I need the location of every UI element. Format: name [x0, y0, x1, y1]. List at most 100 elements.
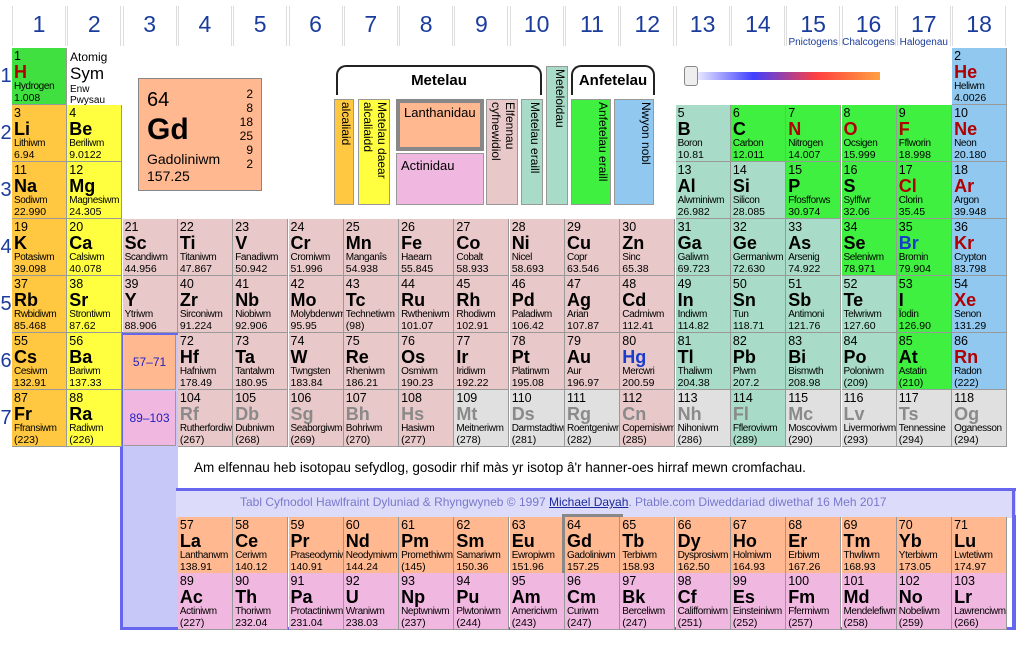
cat-act[interactable]: Actinidau	[396, 153, 484, 205]
element-tb[interactable]: 65 Tb Terbiwm 158.93	[620, 517, 676, 574]
element-sg[interactable]: 106 Sg Seaborgiwm (269)	[288, 390, 344, 447]
element-sr[interactable]: 38 Sr Strontiwm 87.62	[67, 276, 123, 333]
element-sb[interactable]: 51 Sb Antimoni 121.76	[786, 276, 842, 333]
group-header-11[interactable]: 11	[565, 6, 619, 46]
element-pb[interactable]: 82 Pb Plwm 207.2	[730, 333, 786, 390]
element-eu[interactable]: 63 Eu Ewropiwm 151.96	[509, 517, 565, 574]
element-sc[interactable]: 21 Sc Scandiwm 44.956	[122, 219, 178, 276]
cat-ae[interactable]: Metelau daear alcaliaidd	[358, 99, 390, 205]
cat-meteloidau[interactable]: Meteloidau	[546, 66, 568, 205]
element-h[interactable]: 1 H Hydrogen 1.008	[12, 48, 67, 105]
element-as[interactable]: 33 As Arsenig 74.922	[786, 219, 842, 276]
element-pu[interactable]: 94 Pu Plwtoniwm (244)	[454, 573, 510, 630]
element-re[interactable]: 75 Re Rheniwm 186.21	[343, 333, 399, 390]
element-zn[interactable]: 30 Zn Sinc 65.38	[620, 219, 676, 276]
element-er[interactable]: 68 Er Erbiwm 167.26	[786, 517, 842, 574]
element-no[interactable]: 102 No Nobeliwm (259)	[896, 573, 952, 630]
element-br[interactable]: 35 Br Bromin 79.904	[896, 219, 952, 276]
element-b[interactable]: 5 B Boron 10.81	[675, 105, 731, 162]
element-nd[interactable]: 60 Nd Neodymiwm 144.24	[343, 517, 399, 574]
group-header-18[interactable]: 18	[952, 6, 1007, 46]
element-sn[interactable]: 50 Sn Tun 118.71	[730, 276, 786, 333]
element-mo[interactable]: 42 Mo Molybdenwm 95.95	[288, 276, 344, 333]
element-cn[interactable]: 112 Cn Copernisiwm (285)	[620, 390, 676, 447]
element-ho[interactable]: 67 Ho Holmiwm 164.93	[730, 517, 786, 574]
group-header-4[interactable]: 4	[177, 6, 232, 46]
group-header-12[interactable]: 12	[620, 6, 675, 46]
element-sm[interactable]: 62 Sm Samariwm 150.36	[454, 517, 510, 574]
element-w[interactable]: 74 W Twngsten 183.84	[288, 333, 344, 390]
element-rn[interactable]: 86 Rn Radon (222)	[952, 333, 1008, 390]
element-u[interactable]: 92 U Wraniwm 238.03	[343, 573, 399, 630]
element-tc[interactable]: 43 Tc Technetiwm (98)	[343, 276, 399, 333]
element-pd[interactable]: 46 Pd Paladiwm 106.42	[509, 276, 565, 333]
element-hf[interactable]: 72 Hf Hafniwm 178.49	[177, 333, 233, 390]
group-header-10[interactable]: 10	[509, 6, 564, 46]
element-lr[interactable]: 103 Lr Lawrenciwm (266)	[952, 573, 1008, 630]
element-dy[interactable]: 66 Dy Dysprosiwm 162.50	[675, 517, 731, 574]
element-k[interactable]: 19 K Potasiwm 39.098	[12, 219, 67, 276]
element-ar[interactable]: 18 Ar Argon 39.948	[952, 162, 1008, 219]
cat-anf-eraill[interactable]: Anfetelau eraill	[571, 99, 611, 205]
slider-handle[interactable]	[684, 66, 698, 86]
element-mg[interactable]: 12 Mg Magnesiwm 24.305	[67, 162, 123, 219]
element-rb[interactable]: 37 Rb Rwbidiwm 85.468	[12, 276, 67, 333]
period-label-1[interactable]: 1	[0, 65, 12, 88]
group-header-16[interactable]: 16 Chalcogens	[841, 6, 896, 48]
element-ru[interactable]: 44 Ru Rwtheniwm 101.07	[399, 276, 455, 333]
cat-elf[interactable]: Elfennau cyfnewidiol	[486, 99, 518, 205]
element-o[interactable]: 8 O Ocsigen 15.999	[841, 105, 897, 162]
element-ga[interactable]: 31 Ga Galiwm 69.723	[675, 219, 731, 276]
period-label-7[interactable]: 7	[0, 407, 12, 430]
group-header-6[interactable]: 6	[288, 6, 343, 46]
element-gd[interactable]: 64 Gd Gadoliniwm 157.25	[562, 514, 623, 577]
element-rg[interactable]: 111 Rg Roentgeniwm (282)	[565, 390, 620, 447]
element-fm[interactable]: 100 Fm Ffermiwm (257)	[786, 573, 842, 630]
element-os[interactable]: 76 Os Osmiwm 190.23	[399, 333, 455, 390]
group-header-9[interactable]: 9	[454, 6, 509, 46]
cat-nwyon[interactable]: Nwyon nobl	[614, 99, 654, 205]
element-og[interactable]: 118 Og Oganesson (294)	[952, 390, 1008, 447]
element-fr[interactable]: 87 Fr Ffransiwm (223)	[12, 390, 67, 447]
element-xe[interactable]: 54 Xe Senon 131.29	[952, 276, 1008, 333]
element-rh[interactable]: 45 Rh Rhodiwm 102.91	[454, 276, 510, 333]
element-fe[interactable]: 26 Fe Haearn 55.845	[399, 219, 455, 276]
element-es[interactable]: 99 Es Einsteiniwm (252)	[730, 573, 786, 630]
element-ge[interactable]: 32 Ge Germaniwm 72.630	[730, 219, 786, 276]
element-n[interactable]: 7 N Nitrogen 14.007	[786, 105, 842, 162]
element-cm[interactable]: 96 Cm Curiwm (247)	[565, 573, 620, 630]
period-label-2[interactable]: 2	[0, 122, 12, 145]
element-f[interactable]: 9 F Fflworin 18.998	[896, 105, 952, 162]
element-ts[interactable]: 117 Ts Tennessine (294)	[896, 390, 952, 447]
ref-lanthanides[interactable]: 57–71	[124, 335, 176, 390]
element-lu[interactable]: 71 Lu Lwtetiwm 174.97	[952, 517, 1008, 574]
group-header-5[interactable]: 5	[233, 6, 288, 46]
element-na[interactable]: 11 Na Sodiwm 22.990	[12, 162, 67, 219]
element-he[interactable]: 2 He Heliwm 4.0026	[952, 48, 1008, 105]
element-am[interactable]: 95 Am Americiwm (243)	[509, 573, 565, 630]
element-la[interactable]: 57 La Lanthanwm 138.91	[177, 517, 233, 574]
cat-lan[interactable]: Lanthanidau	[396, 99, 484, 151]
element-ce[interactable]: 58 Ce Ceriwm 140.12	[233, 517, 289, 574]
element-at[interactable]: 85 At Astatin (210)	[896, 333, 952, 390]
period-label-5[interactable]: 5	[0, 293, 12, 316]
element-rf[interactable]: 104RfRutherfordiwm(267)	[177, 390, 233, 447]
element-se[interactable]: 34 Se Seleniwm 78.971	[841, 219, 897, 276]
group-header-7[interactable]: 7	[343, 6, 398, 46]
period-label-6[interactable]: 6	[0, 350, 12, 373]
element-al[interactable]: 13 Al Alwminiwm 26.982	[675, 162, 731, 219]
element-cl[interactable]: 17 Cl Clorin 35.45	[896, 162, 952, 219]
element-pm[interactable]: 61 Pm Promethiwm (145)	[399, 517, 455, 574]
element-ra[interactable]: 88 Ra Radiwm (226)	[67, 390, 123, 447]
element-ta[interactable]: 73 Ta Tantalwm 180.95	[233, 333, 289, 390]
element-fl[interactable]: 114 Fl Ffleroviwm (289)	[730, 390, 786, 447]
group-header-2[interactable]: 2	[67, 6, 122, 46]
element-cs[interactable]: 55 Cs Cesiwm 132.91	[12, 333, 67, 390]
element-po[interactable]: 84 Po Poloniwm (209)	[841, 333, 897, 390]
element-tm[interactable]: 69 Tm Thwliwm 168.93	[841, 517, 897, 574]
element-zr[interactable]: 40 Zr Sirconiwm 91.224	[177, 276, 233, 333]
group-header-3[interactable]: 3	[122, 6, 177, 46]
element-md[interactable]: 101 Md Mendelefiwm (258)	[841, 573, 897, 630]
element-np[interactable]: 93 Np Neptwniwm (237)	[399, 573, 455, 630]
element-pa[interactable]: 91 Pa Protactiniwm 231.04	[288, 573, 344, 630]
